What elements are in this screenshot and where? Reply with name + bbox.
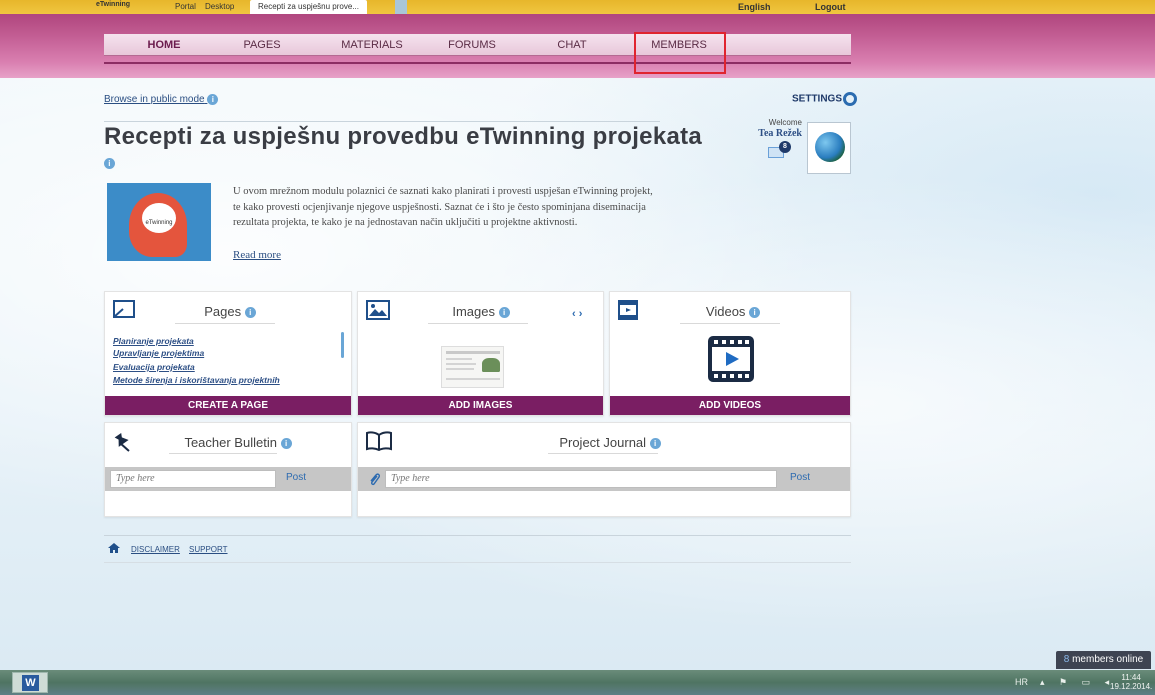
page-icon <box>113 300 135 318</box>
tray-date: 19.12.2014. <box>1110 682 1153 691</box>
videos-title-divider <box>680 323 780 324</box>
images-info-icon[interactable]: i <box>498 307 510 319</box>
members-online-label: members online <box>1072 654 1144 665</box>
journal-post-button[interactable]: Post <box>790 472 810 483</box>
pages-widget: Pages i Planiranje projekata Upravljanje… <box>104 291 352 416</box>
info-icon[interactable]: i <box>207 94 219 105</box>
title-divider <box>104 121 660 122</box>
support-link[interactable]: SUPPORT <box>189 545 228 554</box>
mail-count-badge: 8 <box>779 141 791 153</box>
logout-link[interactable]: Logout <box>815 2 846 12</box>
page-link-1[interactable]: Planiranje projekata <box>113 336 194 346</box>
welcome-label: Welcome <box>768 118 802 127</box>
bulletin-title-divider <box>169 453 277 454</box>
etwinning-tab-logo: eTwinning <box>96 1 131 8</box>
home-icon[interactable] <box>108 543 120 553</box>
main-nav: HOME PAGES MATERIALS FORUMS CHAT MEMBERS <box>104 34 851 56</box>
images-widget: Images i ‹ › ADD IMAGES <box>357 291 604 416</box>
add-images-button[interactable]: ADD IMAGES <box>358 396 603 415</box>
pages-info-icon[interactable]: i <box>244 307 256 319</box>
journal-info-icon[interactable]: i <box>649 438 661 450</box>
bulletin-post-row: Type here Post <box>105 467 351 491</box>
gear-icon <box>843 92 858 106</box>
settings-label: SETTINGS <box>792 93 843 105</box>
user-name-link[interactable]: Tea Režek <box>732 128 802 139</box>
etwinning-logo: eTwinning <box>142 203 176 233</box>
footer-divider <box>104 535 851 536</box>
tray-clock[interactable]: 11:44 19.12.2014. <box>1110 673 1152 691</box>
project-journal-widget: Project Journal i Type here Post <box>357 422 851 517</box>
journal-title-divider <box>548 453 658 454</box>
tab-portal[interactable]: Portal <box>175 2 196 11</box>
teacher-bulletin-widget: Teacher Bulletin i Type here Post <box>104 422 352 517</box>
videos-widget: Videos i ADD VIDEOS <box>609 291 851 416</box>
intro-text: U ovom mrežnom modulu polaznici će sazna… <box>233 186 653 228</box>
nav-materials[interactable]: MATERIALS <box>332 34 412 56</box>
tab-recepti[interactable]: Recepti za uspješnu prove... <box>250 0 367 14</box>
bulletin-post-button[interactable]: Post <box>286 472 306 483</box>
tray-icons[interactable]: ▴ ⚑ ▭ ◂ <box>1040 677 1115 688</box>
members-online-button[interactable]: 8 members online <box>1056 651 1151 669</box>
read-more-link[interactable]: Read more <box>233 249 281 261</box>
globe-icon <box>815 132 845 162</box>
journal-post-row: Type here Post <box>358 467 850 491</box>
windows-taskbar: W <box>0 670 1155 695</box>
word-taskbar-button[interactable]: W <box>12 672 48 693</box>
browse-public-label: Browse in public mode <box>104 94 205 106</box>
page-link-3[interactable]: Evaluacija projekata <box>113 362 195 372</box>
members-online-count: 8 <box>1063 654 1070 665</box>
tray-language[interactable]: HR <box>1015 677 1028 687</box>
bulletin-title-text: Teacher Bulletin <box>184 435 277 450</box>
images-title-divider <box>428 323 528 324</box>
image-icon <box>366 300 390 320</box>
new-tab-button[interactable] <box>395 0 407 14</box>
settings-link[interactable]: SETTINGS <box>792 92 858 106</box>
journal-title: Project Journal i <box>550 435 670 450</box>
avatar[interactable] <box>807 122 851 174</box>
page-title-text: Recepti za uspješnu provedbu eTwinning p… <box>104 123 703 150</box>
language-selector[interactable]: English <box>738 2 771 12</box>
images-title: Images i <box>436 304 526 319</box>
nav-home[interactable]: HOME <box>134 34 194 56</box>
videos-title: Videos i <box>688 304 778 319</box>
module-image: eTwinning <box>107 183 211 261</box>
nav-chat[interactable]: CHAT <box>547 34 597 56</box>
book-icon <box>366 431 392 451</box>
page-title: Recepti za uspješnu provedbu eTwinning p… <box>104 124 704 176</box>
disclaimer-link[interactable]: DISCLAIMER <box>131 545 180 554</box>
title-info-icon[interactable]: i <box>104 158 115 170</box>
pages-scrollbar[interactable] <box>341 332 344 358</box>
carousel-arrows[interactable]: ‹ › <box>572 308 582 320</box>
paperclip-icon[interactable] <box>368 472 380 486</box>
videos-title-text: Videos <box>705 304 746 319</box>
journal-title-text: Project Journal <box>559 435 647 450</box>
tab-desktop[interactable]: Desktop <box>205 2 234 11</box>
images-title-text: Images <box>452 304 495 319</box>
journal-input[interactable]: Type here <box>385 470 777 488</box>
page-link-4[interactable]: Metode širenja i iskorištavanja projektn… <box>113 375 280 385</box>
nav-pages[interactable]: PAGES <box>232 34 292 56</box>
film-play-icon[interactable] <box>708 336 754 382</box>
tray-time: 11:44 <box>1121 673 1141 682</box>
pages-title-divider <box>175 323 275 324</box>
add-videos-button[interactable]: ADD VIDEOS <box>610 396 850 415</box>
word-icon: W <box>22 675 39 691</box>
image-thumbnail[interactable] <box>441 346 504 388</box>
browse-public-link[interactable]: Browse in public mode i <box>104 94 219 106</box>
browser-tab-strip: eTwinning Portal Desktop Recepti za uspj… <box>0 0 1155 14</box>
members-highlight-box <box>634 32 726 74</box>
nav-forums[interactable]: FORUMS <box>437 34 507 56</box>
bulletin-info-icon[interactable]: i <box>280 438 292 450</box>
page-link-2[interactable]: Upravljanje projektima <box>113 348 204 358</box>
nav-underline <box>104 62 851 64</box>
videos-info-icon[interactable]: i <box>749 307 761 319</box>
bulletin-input[interactable]: Type here <box>110 470 276 488</box>
pages-title-text: Pages <box>204 304 242 319</box>
bulletin-title: Teacher Bulletin i <box>173 435 303 450</box>
pin-icon <box>114 432 130 452</box>
footer-bottom-divider <box>104 562 851 563</box>
pages-title: Pages i <box>185 304 275 319</box>
video-icon <box>618 300 638 320</box>
create-page-button[interactable]: CREATE A PAGE <box>105 396 351 415</box>
